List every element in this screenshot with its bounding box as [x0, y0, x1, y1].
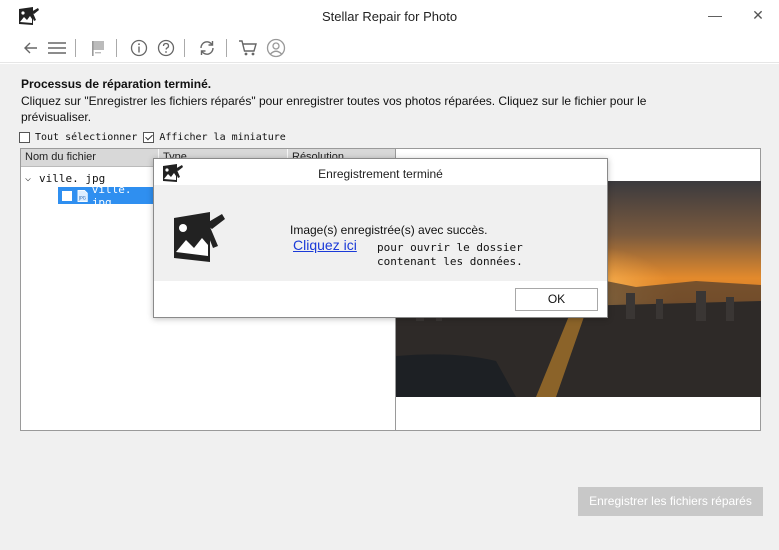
toolbar-divider	[75, 39, 76, 57]
refresh-icon[interactable]	[196, 37, 218, 59]
close-button[interactable]: ✕	[745, 4, 771, 26]
select-all-checkbox[interactable]	[19, 132, 30, 143]
dialog-footer: OK	[154, 281, 607, 317]
file-checkbox[interactable]	[62, 190, 72, 201]
save-repaired-files-button[interactable]: Enregistrer les fichiers réparés	[578, 487, 763, 516]
page-description: Cliquez sur "Enregistrer les fichiers ré…	[21, 94, 647, 124]
dialog-body: Image(s) enregistrée(s) avec succès. Cli…	[154, 185, 607, 281]
dialog-message: Image(s) enregistrée(s) avec succès.	[290, 223, 488, 237]
dialog-title: Enregistrement terminé	[318, 167, 443, 181]
title-bar: Stellar Repair for Photo — ✕	[0, 0, 779, 33]
back-arrow-icon[interactable]	[20, 37, 42, 59]
info-icon[interactable]	[128, 37, 150, 59]
jpg-file-icon: JPG	[77, 189, 88, 202]
flag-icon[interactable]	[87, 37, 109, 59]
open-folder-description: pour ouvrir le dossier contenant les don…	[377, 241, 523, 268]
user-icon[interactable]	[265, 37, 287, 59]
toolbar-divider	[226, 39, 227, 57]
toolbar	[0, 33, 779, 63]
tree-row-selected[interactable]: JPG ville. jpg	[58, 183, 154, 209]
toolbar-divider	[116, 39, 117, 57]
svg-text:JPG: JPG	[77, 195, 85, 200]
dialog-title-bar: Enregistrement terminé	[154, 159, 607, 185]
ok-button[interactable]: OK	[515, 288, 598, 311]
help-icon[interactable]	[155, 37, 177, 59]
window-title: Stellar Repair for Photo	[321, 9, 458, 24]
chevron-down-icon[interactable]: ⌵	[25, 173, 31, 184]
minimize-button[interactable]: —	[702, 4, 728, 26]
options-row: Tout sélectionner Afficher la miniature	[19, 132, 292, 143]
hamburger-menu-icon[interactable]	[46, 37, 68, 59]
select-all-label[interactable]: Tout sélectionner	[35, 132, 137, 143]
toolbar-divider	[184, 39, 185, 57]
show-thumbnail-checkbox[interactable]	[143, 132, 155, 143]
cart-icon[interactable]	[237, 37, 259, 59]
open-folder-link[interactable]: Cliquez ici	[293, 237, 357, 253]
column-header-filename[interactable]: Nom du fichier	[25, 151, 96, 163]
child-file-name: ville. jpg	[91, 182, 132, 209]
photo-repair-logo-icon	[174, 212, 225, 262]
page-heading: Processus de réparation terminé.	[21, 77, 212, 91]
save-complete-dialog: Enregistrement terminé Image(s) enregist…	[153, 158, 608, 318]
show-thumbnail-label[interactable]: Afficher la miniature	[159, 132, 285, 143]
